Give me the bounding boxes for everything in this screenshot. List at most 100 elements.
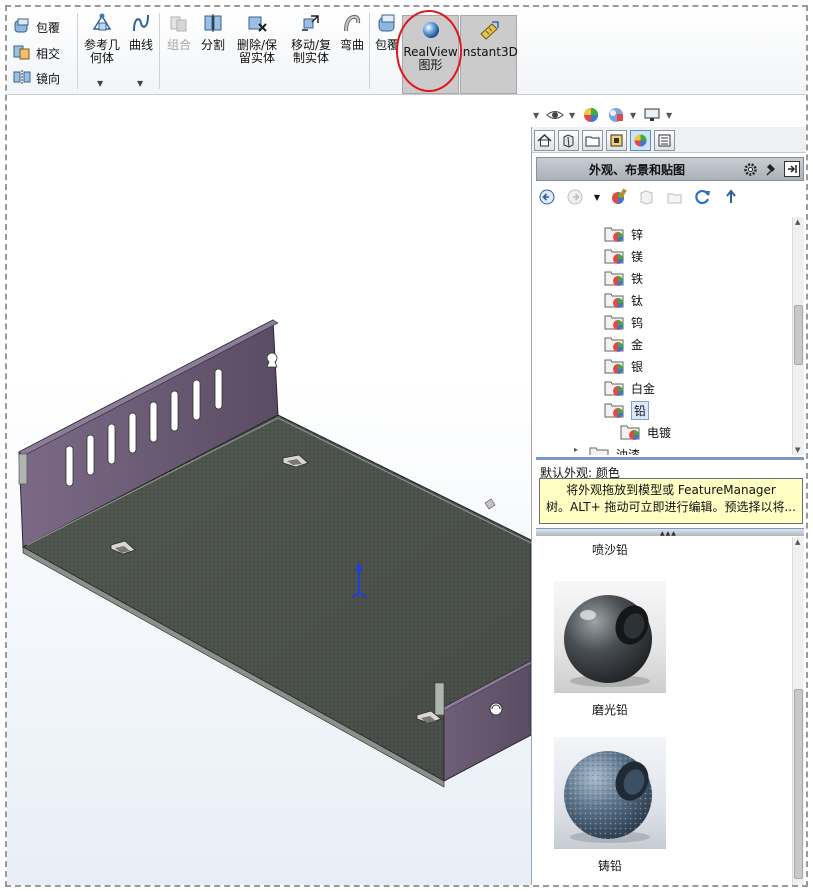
tree-item-label: 电镀	[647, 425, 672, 440]
intersect-icon	[13, 44, 31, 63]
tree-item-platinum[interactable]: 白金	[604, 377, 655, 399]
pin-icon[interactable]	[764, 161, 780, 177]
view-palette-icon	[610, 134, 623, 147]
tree-item-lead-selected[interactable]: 铅	[604, 399, 650, 421]
reference-geometry-button[interactable]: 参考几 何体	[81, 13, 123, 65]
task-pane-header: 外观、布景和贴图	[536, 157, 804, 181]
add-to-library-icon[interactable]	[636, 186, 658, 208]
appearance-folder-icon	[604, 291, 626, 309]
edit-appearance-dropdown[interactable]: ▼	[569, 111, 577, 120]
tree-scrollbar-thumb[interactable]	[794, 305, 803, 365]
swatch-label-sandblasted-lead[interactable]: 喷沙铅	[536, 541, 684, 558]
swatch-label-polished-lead[interactable]: 磨光铅	[536, 701, 684, 718]
split-button[interactable]: 分割	[197, 13, 229, 52]
curves-button[interactable]: 曲线	[125, 13, 157, 52]
gallery-splitter[interactable]: ▲▲▲	[536, 528, 804, 537]
swatch-polished-lead[interactable]	[554, 581, 666, 693]
back-icon[interactable]	[536, 186, 558, 208]
view-settings-icon[interactable]	[605, 105, 627, 125]
tree-item-label: 镁	[631, 249, 644, 264]
expand-arrow-icon[interactable]: ▸	[574, 445, 584, 455]
appearance-folder-icon	[620, 423, 642, 441]
pane-divider[interactable]	[536, 457, 804, 460]
add-appearance-icon[interactable]	[608, 186, 630, 208]
mirror-button[interactable]: 镜向	[13, 67, 60, 89]
tab-appearances[interactable]	[630, 130, 651, 151]
tooltip-line-2: 树。ALT+ 拖动可立即进行编辑。预选择以将...	[546, 500, 796, 514]
appearance-folder-icon	[589, 445, 611, 455]
forward-icon[interactable]	[564, 186, 586, 208]
hide-show-dropdown[interactable]: ▼	[533, 111, 541, 120]
tooltip-line-1: 将外观拖放到模型或 FeatureManager	[566, 483, 776, 497]
gear-icon[interactable]	[742, 161, 758, 177]
tree-item-label: 金	[631, 337, 644, 352]
instant3d-icon	[478, 20, 500, 43]
gallery-scroll-up-arrow[interactable]: ▲	[795, 538, 800, 546]
tab-custom-properties[interactable]	[654, 130, 675, 151]
appearance-folder-icon	[604, 379, 626, 397]
collapse-pane-icon[interactable]	[784, 161, 800, 177]
swatch-cast-lead[interactable]	[554, 737, 666, 849]
custom-properties-icon	[658, 134, 671, 147]
task-pane-navigation: ▼	[536, 185, 742, 209]
tab-design-library[interactable]	[558, 130, 579, 151]
swatch-label-cast-lead[interactable]: 铸铅	[536, 857, 684, 874]
instant3d-button[interactable]: Instant3D	[459, 20, 518, 59]
toolbar-separator	[159, 13, 160, 89]
delete-body-icon	[246, 13, 268, 36]
tree-scrollbar[interactable]: ▲ ▼	[792, 217, 804, 455]
tree-item-paint[interactable]: ▸ 油漆	[574, 443, 640, 455]
tree-item-silver[interactable]: 银	[604, 355, 643, 377]
tree-item-magnesium[interactable]: 镁	[604, 245, 643, 267]
instant3d-label: Instant3D	[459, 45, 518, 59]
view-settings-dropdown[interactable]: ▼	[630, 111, 638, 120]
intersect-button[interactable]: 相交	[13, 42, 60, 64]
tab-view-palette[interactable]	[606, 130, 627, 151]
edit-appearance-icon[interactable]	[544, 105, 566, 125]
reference-geometry-dropdown[interactable]: ▼	[97, 79, 103, 88]
wrap-small-button[interactable]: 包覆	[13, 16, 60, 38]
design-library-icon	[563, 134, 574, 148]
gallery-scrollbar-thumb[interactable]	[794, 689, 803, 879]
graphics-area[interactable]	[7, 95, 531, 887]
appearance-folder-icon	[604, 357, 626, 375]
intersect-label: 相交	[36, 46, 61, 61]
tree-item-zinc[interactable]: 锌	[604, 223, 643, 245]
tree-item-plating[interactable]: 电镀	[620, 421, 671, 443]
split-icon	[202, 13, 224, 36]
scroll-up-arrow[interactable]: ▲	[795, 218, 800, 226]
appearance-folder-icon	[604, 313, 626, 331]
mirror-label: 镜向	[36, 71, 61, 86]
curves-icon	[130, 13, 152, 36]
tree-item-tungsten[interactable]: 钨	[604, 311, 643, 333]
delete-keep-body-button[interactable]: 删除/保 留实体	[231, 13, 283, 65]
tab-home[interactable]	[534, 130, 555, 151]
tree-item-gold[interactable]: 金	[604, 333, 643, 355]
flex-button[interactable]: 弯曲	[337, 13, 367, 52]
history-dropdown[interactable]: ▼	[592, 186, 602, 208]
refresh-icon[interactable]	[692, 186, 714, 208]
curves-dropdown[interactable]: ▼	[137, 79, 143, 88]
scroll-down-arrow[interactable]: ▼	[795, 446, 800, 454]
task-pane-title: 外观、布景和贴图	[588, 162, 685, 177]
monitor-icon[interactable]	[641, 105, 663, 125]
appearance-folder-icon	[604, 335, 626, 353]
tab-file-explorer[interactable]	[582, 130, 603, 151]
home-icon	[537, 133, 552, 147]
combine-button[interactable]: 组合	[163, 13, 195, 52]
task-pane: 外观、布景和贴图 ▼ 锌 镁 铁 钛 钨 金 银 白金 铅 电镀 ▸ 油漆 ▲ …	[531, 127, 806, 885]
tree-item-iron[interactable]: 铁	[604, 267, 643, 289]
move-copy-icon	[300, 13, 322, 36]
splitter-grip[interactable]: ▲▲▲	[660, 530, 677, 537]
tree-item-label: 白金	[631, 381, 656, 396]
appearance-folder-icon	[604, 225, 626, 243]
move-copy-body-button[interactable]: 移动/复 制实体	[285, 13, 337, 65]
command-manager: 包覆 相交 镜向 参考几 何体 ▼ 曲线 ▼ 组合 分割 删除/保 留实体 移动…	[7, 7, 806, 95]
add-folder-icon[interactable]	[664, 186, 686, 208]
up-level-icon[interactable]	[720, 186, 742, 208]
monitor-dropdown[interactable]: ▼	[666, 111, 674, 120]
apply-scene-icon[interactable]	[580, 105, 602, 125]
sheet-metal-tray-model[interactable]	[7, 95, 531, 887]
gallery-scrollbar[interactable]: ▲	[792, 537, 804, 885]
tree-item-titanium[interactable]: 钛	[604, 289, 643, 311]
